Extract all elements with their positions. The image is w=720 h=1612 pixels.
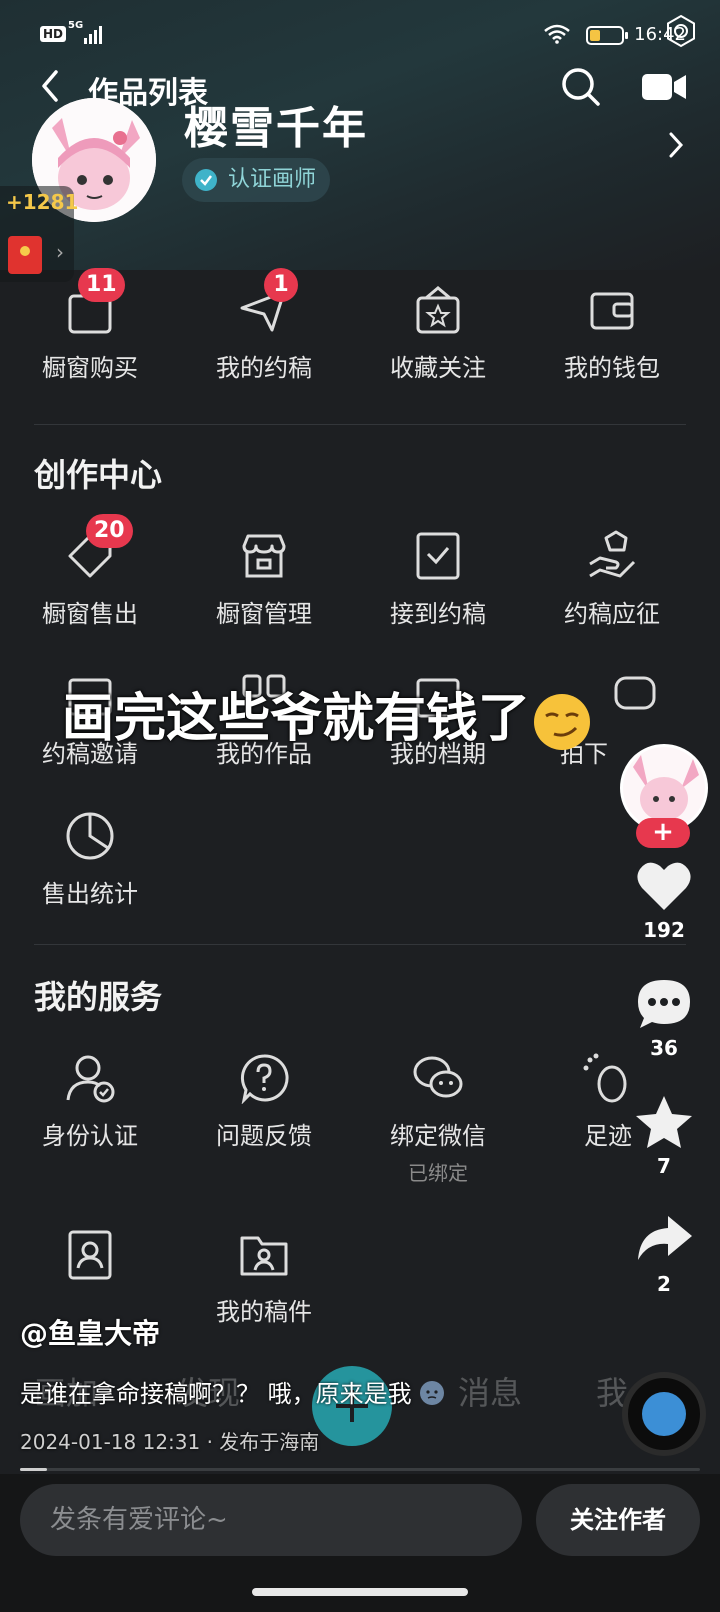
quick-action-label: 我的约稿 — [216, 354, 312, 382]
quick-action-label: 橱窗购买 — [42, 354, 138, 382]
divider — [34, 944, 686, 945]
username: 樱雪千年 — [184, 103, 368, 154]
post-meta: 2024-01-18 12:31 · 发布于海南 — [20, 1430, 320, 1454]
post-caption-text: 是谁在拿命接稿啊？？ 哦，原来是我 — [20, 1380, 412, 1408]
chevron-right-icon[interactable] — [666, 128, 686, 162]
creation-item-label: 售出统计 — [42, 880, 138, 908]
comment-input[interactable] — [20, 1484, 522, 1556]
checkbox-icon — [416, 532, 460, 580]
verified-check-icon — [195, 169, 217, 191]
status-bar: HD 5G 16:42 — [40, 14, 695, 54]
unread-badge: 1 — [264, 268, 298, 302]
creation-item-label: 约稿应征 — [564, 600, 660, 628]
unread-badge: 20 — [86, 514, 133, 548]
service-item-wechat[interactable]: 绑定微信 已绑定 — [348, 1052, 528, 1186]
video-progress-fill — [20, 1468, 48, 1471]
certified-artist-badge[interactable]: 认证画师 — [182, 158, 331, 202]
service-item-feedback[interactable]: 问题反馈 — [174, 1052, 354, 1151]
coin-count: +1281 — [6, 190, 79, 214]
star-icon — [636, 1096, 692, 1148]
store-icon — [242, 534, 286, 578]
search-icon[interactable] — [560, 66, 602, 108]
chevron-right-icon: › — [56, 240, 64, 264]
section-title-creation: 创作中心 — [34, 456, 163, 494]
creation-item-label: 橱窗售出 — [42, 600, 138, 628]
shield-hex-icon — [667, 14, 695, 48]
like-button[interactable]: 192 — [624, 858, 704, 942]
hd-indicator: HD — [40, 26, 67, 42]
service-item-id-card[interactable] — [0, 1228, 180, 1292]
post-caption: 是谁在拿命接稿啊？？ 哦，原来是我 — [20, 1374, 445, 1409]
battery-icon — [586, 26, 628, 45]
service-item-identity[interactable]: 身份认证 — [0, 1052, 180, 1151]
id-card-icon — [68, 1230, 112, 1280]
follow-plus-button[interactable]: + — [636, 818, 690, 848]
service-item-label: 我的稿件 — [216, 1298, 312, 1326]
overlay-caption: 画完这些爷就有钱了 — [62, 676, 592, 752]
star-box-icon — [416, 286, 460, 334]
cert-label: 认证画师 — [228, 167, 317, 192]
home-indicator[interactable] — [252, 1588, 468, 1596]
network-type: 5G — [68, 20, 84, 31]
creation-item-showcase-sold[interactable]: 20 橱窗售出 — [0, 514, 180, 629]
smirk-emoji-icon — [534, 694, 591, 750]
creation-item-apply[interactable]: 约稿应征 — [522, 530, 702, 629]
hand-gem-icon — [589, 530, 636, 578]
signal-icon — [84, 26, 108, 44]
comment-button[interactable]: 36 — [624, 976, 704, 1060]
quick-action-favorites[interactable]: 收藏关注 — [348, 284, 528, 383]
quick-action-label: 我的钱包 — [564, 354, 660, 382]
quick-action-commissions[interactable]: 1 我的约稿 — [174, 268, 354, 383]
service-item-manuscripts[interactable]: 我的稿件 — [174, 1228, 354, 1327]
creation-item-showcase-manage[interactable]: 橱窗管理 — [174, 530, 354, 629]
pie-chart-icon — [66, 812, 114, 860]
screen: HD 5G 16:42 作品列表 樱雪千年 认证画师 +1281 › 11 橱窗… — [0, 0, 720, 1612]
bubble-icon — [614, 676, 656, 710]
comment-count: 36 — [650, 1036, 678, 1060]
creation-item-label: 橱窗管理 — [216, 600, 312, 628]
quick-action-purchases[interactable]: 11 橱窗购买 — [0, 268, 180, 383]
service-item-label: 绑定微信 — [390, 1122, 486, 1150]
back-icon[interactable] — [34, 66, 68, 106]
wallet-icon — [590, 292, 634, 330]
share-count: 2 — [657, 1272, 671, 1296]
post-author[interactable]: @鱼皇大帝 — [20, 1312, 160, 1352]
unread-badge: 11 — [78, 268, 125, 302]
comment-bubble-icon — [638, 980, 690, 1028]
creation-item-sales-stats[interactable]: 售出统计 — [0, 810, 180, 909]
ghost-tab-messages: 消息 — [458, 1374, 523, 1412]
service-item-label: 问题反馈 — [216, 1122, 312, 1150]
sweat-emoji-icon — [420, 1381, 445, 1405]
favorite-button[interactable]: 7 — [624, 1094, 704, 1178]
red-envelope-icon[interactable] — [8, 236, 42, 274]
user-check-icon — [66, 1055, 115, 1103]
like-count: 192 — [643, 918, 685, 942]
music-disc-icon[interactable] — [622, 1372, 706, 1456]
wechat-bound-status: 已绑定 — [408, 1161, 468, 1185]
section-title-services: 我的服务 — [34, 978, 163, 1016]
creation-item-label: 接到约稿 — [390, 600, 486, 628]
heart-icon — [637, 862, 691, 910]
folder-user-icon — [240, 1236, 288, 1276]
quick-action-wallet[interactable]: 我的钱包 — [522, 284, 702, 383]
creation-item-received[interactable]: 接到约稿 — [348, 530, 528, 629]
video-camera-icon[interactable] — [640, 70, 688, 104]
quick-action-label: 收藏关注 — [390, 354, 486, 382]
service-item-label: 身份认证 — [42, 1122, 138, 1150]
wifi-icon — [544, 24, 570, 44]
wechat-icon — [413, 1056, 463, 1098]
share-button[interactable]: 2 — [624, 1212, 704, 1296]
divider — [34, 424, 686, 425]
share-arrow-icon — [638, 1216, 692, 1260]
favorite-count: 7 — [657, 1154, 671, 1178]
follow-author-button[interactable]: 关注作者 — [536, 1484, 700, 1556]
video-progress-bar[interactable] — [20, 1468, 700, 1471]
caption-text: 画完这些爷就有钱了 — [62, 689, 531, 749]
question-icon — [240, 1054, 289, 1105]
